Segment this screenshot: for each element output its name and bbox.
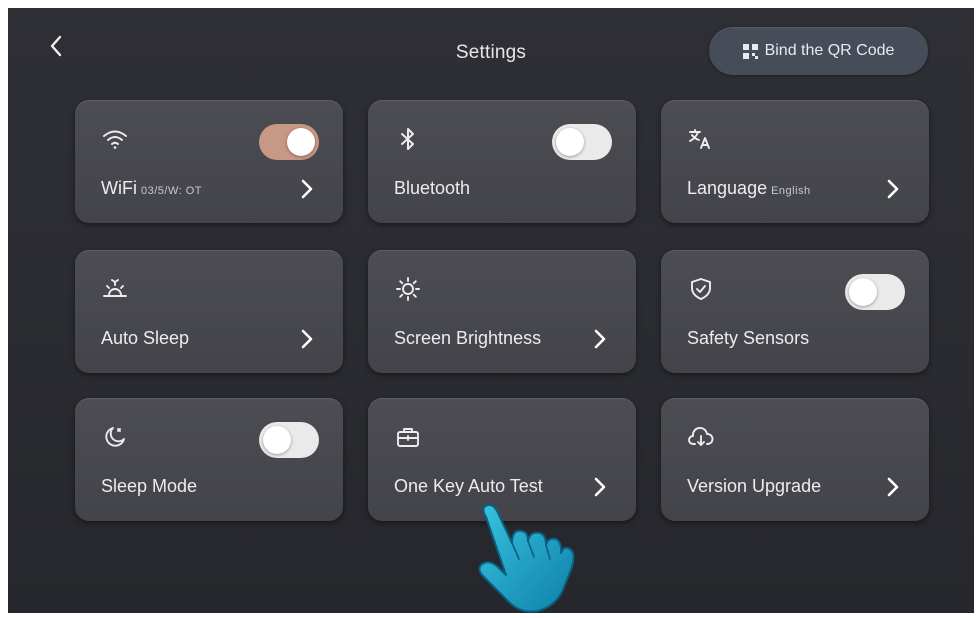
tile-label: Language [687, 178, 768, 198]
chevron-right-icon [297, 176, 317, 202]
toggle-knob [556, 128, 584, 156]
wifi-network-name: 03/5/W: OT [140, 185, 203, 197]
tile-label: WiFi [101, 178, 137, 198]
brightness-icon [394, 275, 422, 303]
tile-label: Auto Sleep [101, 328, 190, 348]
tile-label: One Key Auto Test [394, 476, 543, 496]
toggle-knob [263, 426, 291, 454]
toggle-knob [849, 278, 877, 306]
sleep-mode-toggle[interactable] [259, 422, 319, 458]
tile-label: Sleep Mode [101, 476, 198, 496]
pointing-hand-icon [478, 503, 575, 613]
wifi-toggle[interactable] [259, 124, 319, 160]
chevron-right-icon [883, 474, 903, 500]
moon-icon [101, 423, 129, 451]
tile-auto-sleep[interactable]: Auto Sleep [75, 250, 343, 373]
shield-check-icon [687, 275, 715, 303]
tile-label: Screen Brightness [394, 328, 542, 348]
tile-wifi[interactable]: WiFi 03/5/W: OT [75, 100, 343, 223]
chevron-right-icon [297, 326, 317, 352]
tile-safety-sensors[interactable]: Safety Sensors [661, 250, 929, 373]
chevron-right-icon [590, 326, 610, 352]
tile-label: Bluetooth [394, 178, 471, 198]
tile-bluetooth[interactable]: Bluetooth [368, 100, 636, 223]
cloud-download-icon [687, 423, 715, 451]
toggle-knob [287, 128, 315, 156]
bluetooth-icon [394, 125, 422, 153]
tile-version-upgrade[interactable]: Version Upgrade [661, 398, 929, 521]
translate-icon [687, 125, 715, 153]
wifi-icon [101, 125, 129, 153]
tile-label: Safety Sensors [687, 328, 810, 348]
tile-label: Version Upgrade [687, 476, 822, 496]
sun-set-icon [101, 275, 129, 303]
tile-screen-brightness[interactable]: Screen Brightness [368, 250, 636, 373]
safety-sensors-toggle[interactable] [845, 274, 905, 310]
bind-qr-code-button[interactable]: Bind the QR Code [709, 27, 928, 75]
tile-language[interactable]: Language English [661, 100, 929, 223]
bluetooth-toggle[interactable] [552, 124, 612, 160]
qr-button-label: Bind the QR Code [764, 42, 895, 59]
toolbox-icon [394, 423, 422, 451]
qr-code-icon [742, 43, 758, 59]
tile-sleep-mode[interactable]: Sleep Mode [75, 398, 343, 521]
wifi-label-row: WiFi 03/5/W: OT [101, 178, 202, 199]
language-label-row: Language English [687, 178, 811, 199]
chevron-right-icon [883, 176, 903, 202]
language-value: English [771, 185, 811, 197]
